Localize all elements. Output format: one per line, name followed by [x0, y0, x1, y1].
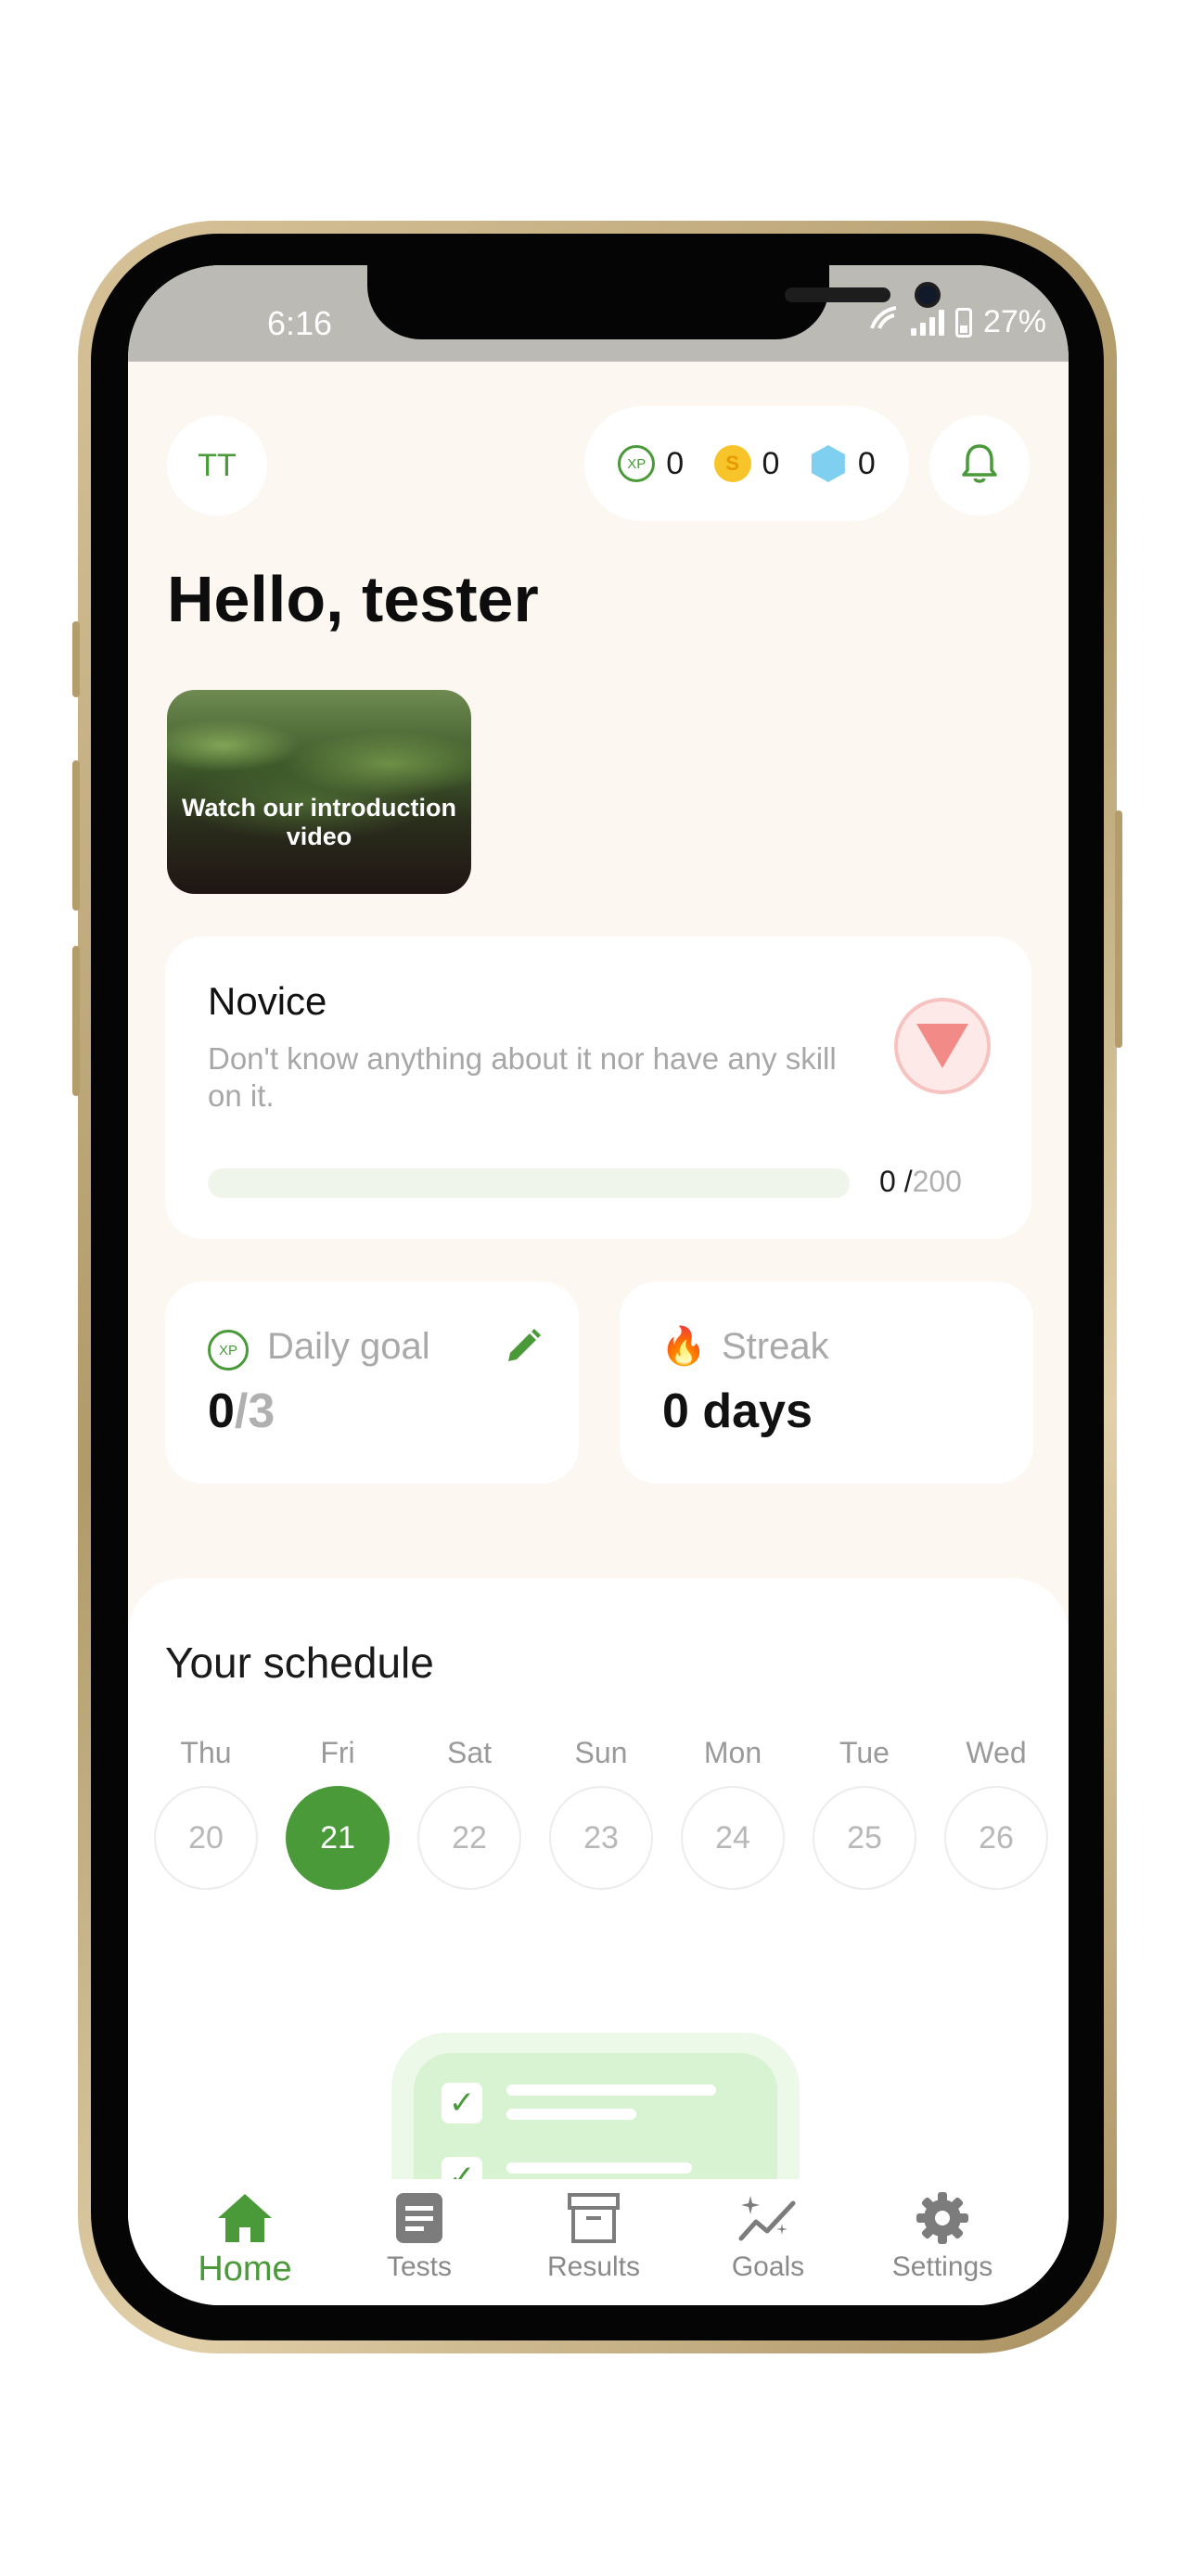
status-icons: 27% — [868, 304, 1046, 340]
day-name: Wed — [966, 1736, 1027, 1769]
illustration-line — [506, 2162, 692, 2174]
nav-results-label: Results — [546, 2251, 641, 2282]
nav-tests-label: Tests — [386, 2251, 453, 2282]
video-label: Watch our introduction video — [182, 794, 456, 850]
currency-pill[interactable]: XP 0 S 0 0 — [584, 406, 909, 521]
progress-total: 200 — [912, 1165, 962, 1198]
nav-settings[interactable]: Settings — [859, 2188, 1026, 2283]
signal-icon — [910, 309, 944, 336]
empty-schedule-illustration: ✓ ✓ — [391, 2033, 800, 2238]
xp-icon: XP — [618, 445, 656, 482]
day-name: Mon — [703, 1736, 762, 1769]
level-description: Don't know anything about it nor have an… — [208, 1041, 837, 1113]
video-thumbnail — [167, 690, 471, 894]
schedule-day[interactable]: Sun 23 — [549, 1736, 653, 1890]
streak-card[interactable]: 🔥 Streak 0 days — [620, 1282, 1033, 1484]
volume-up-button — [72, 760, 80, 911]
rank-badge-icon — [894, 998, 991, 1094]
notifications-button[interactable] — [929, 415, 1030, 516]
nav-home[interactable]: Home — [161, 2188, 328, 2289]
document-icon — [336, 2188, 503, 2248]
nav-home-label: Home — [198, 2250, 292, 2289]
day-date[interactable]: 24 — [681, 1786, 785, 1890]
coin-counter: S 0 — [713, 445, 780, 482]
coin-value: 0 — [762, 445, 780, 481]
daily-goal-current: 0 — [208, 1384, 235, 1438]
schedule-day[interactable]: Thu 20 — [154, 1736, 258, 1890]
avatar-initials: TT — [198, 447, 237, 483]
battery-icon — [954, 307, 972, 338]
day-date[interactable]: 21 — [286, 1786, 390, 1890]
day-date[interactable]: 25 — [813, 1786, 916, 1890]
intro-video-card[interactable]: Watch our introduction video — [167, 690, 471, 894]
nav-tests[interactable]: Tests — [336, 2188, 503, 2283]
wifi-calling-icon — [868, 304, 900, 340]
sparkle-chart-icon — [685, 2188, 852, 2248]
nav-goals[interactable]: Goals — [685, 2188, 852, 2283]
day-date[interactable]: 20 — [154, 1786, 258, 1890]
day-name: Sun — [574, 1736, 628, 1769]
coin-icon: S — [713, 445, 751, 482]
day-name: Thu — [180, 1736, 232, 1769]
level-progress-text: 0 /200 — [879, 1165, 962, 1199]
gear-icon — [859, 2188, 1026, 2248]
progress-current: 0 — [879, 1165, 896, 1198]
edit-goal-icon[interactable] — [503, 1326, 544, 1367]
gem-counter: 0 — [810, 445, 876, 482]
nav-results[interactable]: Results — [510, 2188, 677, 2283]
mute-switch — [72, 621, 80, 697]
illustration-line — [506, 2085, 716, 2096]
checkbox-icon: ✓ — [442, 2083, 482, 2123]
daily-goal-label: Daily goal — [267, 1326, 430, 1367]
schedule-day[interactable]: Wed 26 — [944, 1736, 1048, 1890]
xp-counter: XP 0 — [618, 445, 684, 482]
level-card[interactable]: Novice Don't know anything about it nor … — [165, 937, 1031, 1239]
power-button — [1115, 810, 1122, 1048]
gem-icon — [811, 445, 845, 482]
day-name: Fri — [320, 1736, 355, 1769]
streak-value: 0 days — [662, 1384, 813, 1438]
xp-value: 0 — [666, 445, 685, 481]
front-camera — [915, 282, 941, 308]
schedule-day[interactable]: Sat 22 — [417, 1736, 521, 1890]
greeting-title: Hello, tester — [167, 563, 539, 635]
flame-icon: 🔥 — [660, 1326, 707, 1367]
schedule-title: Your schedule — [165, 1639, 434, 1687]
schedule-day[interactable]: Tue 25 — [813, 1736, 916, 1890]
daily-goal-value: 0/3 — [208, 1384, 275, 1439]
day-name: Sat — [446, 1736, 493, 1769]
nav-goals-label: Goals — [731, 2251, 805, 2282]
status-time: 6:16 — [267, 304, 333, 342]
day-date[interactable]: 26 — [944, 1786, 1048, 1890]
bell-icon — [959, 442, 1000, 490]
battery-percent: 27% — [982, 304, 1046, 339]
xp-icon-badge: XP — [208, 1330, 249, 1371]
daily-goal-card[interactable]: XP Daily goal 0/3 — [165, 1282, 579, 1484]
nav-settings-label: Settings — [891, 2251, 993, 2282]
gem-value: 0 — [857, 445, 876, 481]
app-screen: 6:16 27% TT XP 0 S 0 0 Hello, tester Wat… — [128, 265, 1069, 2305]
illustration-line — [506, 2109, 636, 2120]
schedule-day[interactable]: Fri 21 — [286, 1736, 390, 1890]
schedule-day[interactable]: Mon 24 — [681, 1736, 785, 1890]
streak-label: Streak — [722, 1326, 829, 1367]
archive-icon — [510, 2188, 677, 2248]
level-title: Novice — [208, 979, 327, 1023]
notch — [367, 265, 941, 339]
daily-goal-target: /3 — [234, 1384, 275, 1438]
level-progress-bar — [208, 1168, 850, 1198]
day-name: Tue — [839, 1736, 890, 1769]
day-date[interactable]: 22 — [417, 1786, 521, 1890]
speaker — [785, 287, 890, 302]
bottom-navigation: Home Tests Results Goals Settings — [128, 2179, 1069, 2305]
xp-icon: XP — [208, 1330, 249, 1371]
progress-separator: / — [895, 1165, 913, 1198]
home-icon — [161, 2188, 328, 2248]
avatar[interactable]: TT — [167, 415, 267, 516]
day-date[interactable]: 23 — [549, 1786, 653, 1890]
volume-down-button — [72, 946, 80, 1096]
